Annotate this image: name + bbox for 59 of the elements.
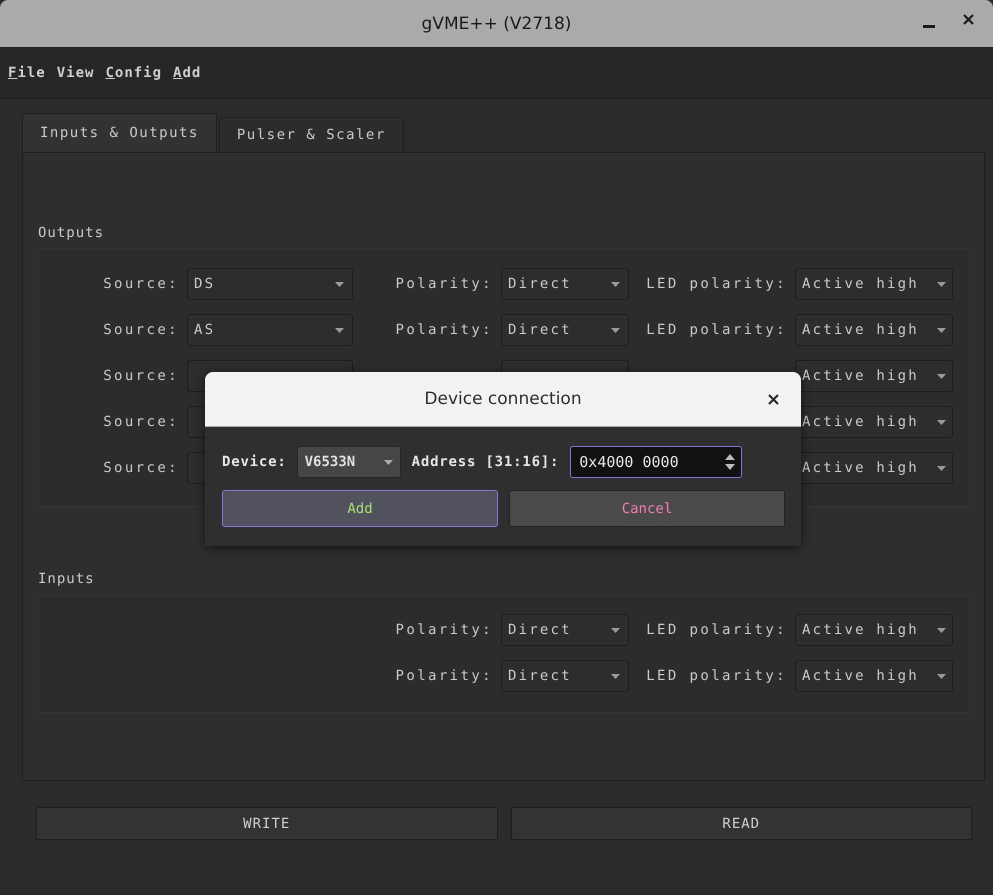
close-icon[interactable] xyxy=(963,14,974,25)
action-button[interactable]: READ xyxy=(510,807,972,840)
dropdown[interactable]: Active high xyxy=(795,268,953,300)
spin-arrows-icon[interactable] xyxy=(724,452,736,472)
field-label: LED polarity: xyxy=(645,322,788,338)
caret-icon xyxy=(937,628,946,632)
dropdown[interactable]: Active high xyxy=(795,360,953,392)
dropdown[interactable]: Direct xyxy=(501,660,629,692)
field-label: Polarity: xyxy=(394,622,494,638)
caret-icon xyxy=(611,674,620,678)
field-label: Source: xyxy=(102,276,180,292)
caret-icon xyxy=(611,328,620,332)
dropdown[interactable]: AS xyxy=(187,314,353,346)
dialog-title: Device connection xyxy=(424,389,582,409)
dropdown[interactable]: Active high xyxy=(795,660,953,692)
dropdown[interactable]: Direct xyxy=(501,268,629,300)
dropdown[interactable]: Direct xyxy=(501,614,629,646)
field-label: Polarity: xyxy=(394,668,494,684)
menu-item[interactable]: File xyxy=(8,65,46,81)
address-field[interactable]: 0x4000 0000 xyxy=(570,446,742,478)
device-dropdown[interactable]: V6533N xyxy=(296,446,401,478)
field-label: Source: xyxy=(102,322,180,338)
dropdown[interactable]: Direct xyxy=(501,314,629,346)
minimize-icon[interactable] xyxy=(923,24,935,28)
close-icon[interactable] xyxy=(768,394,779,405)
tab[interactable]: Pulser & Scaler xyxy=(218,117,404,152)
caret-icon xyxy=(384,460,393,464)
field-label: Address [31:16]: xyxy=(412,454,560,470)
field-label: Device: xyxy=(222,454,287,470)
action-button[interactable]: WRITE xyxy=(36,807,498,840)
caret-icon xyxy=(937,374,946,378)
field-label: Source: xyxy=(102,460,180,476)
caret-icon xyxy=(937,674,946,678)
dropdown[interactable]: Active high xyxy=(795,614,953,646)
dropdown[interactable]: DS xyxy=(187,268,353,300)
menu-item[interactable]: Add xyxy=(173,65,202,81)
field-label: LED polarity: xyxy=(645,668,788,684)
dialog-button[interactable]: Add xyxy=(222,490,498,527)
caret-icon xyxy=(611,282,620,286)
section-title: Inputs xyxy=(38,571,96,587)
dropdown[interactable]: Active high xyxy=(795,314,953,346)
section-title: Outputs xyxy=(38,225,106,241)
menu-item[interactable]: Config xyxy=(105,65,162,81)
caret-icon xyxy=(335,328,344,332)
field-label: LED polarity: xyxy=(645,276,788,292)
field-label: Polarity: xyxy=(394,276,494,292)
tab[interactable]: Inputs & Outputs xyxy=(22,113,217,152)
caret-icon xyxy=(611,628,620,632)
caret-icon xyxy=(937,466,946,470)
field-label: Source: xyxy=(102,368,180,384)
caret-icon xyxy=(335,282,344,286)
window-title: gVME++ (V2718) xyxy=(422,14,572,34)
caret-icon xyxy=(937,328,946,332)
caret-icon xyxy=(937,420,946,424)
field-label: Source: xyxy=(102,414,180,430)
caret-icon xyxy=(937,282,946,286)
menu-item[interactable]: View xyxy=(56,65,94,81)
field-label: Polarity: xyxy=(394,322,494,338)
field-label: LED polarity: xyxy=(645,622,788,638)
